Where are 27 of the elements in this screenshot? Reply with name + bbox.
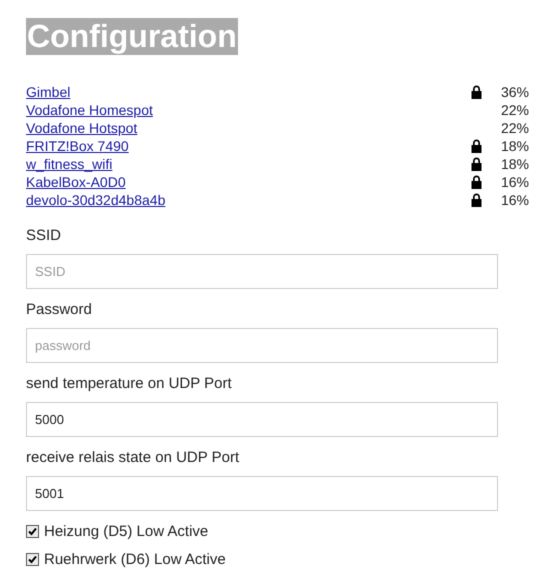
signal-strength: 16%: [500, 192, 529, 208]
page-title: Configuration: [26, 18, 238, 55]
checkbox[interactable]: [26, 524, 39, 538]
input-field[interactable]: 5001: [26, 476, 498, 511]
signal-strength: 22%: [500, 120, 529, 136]
input-field[interactable]: password: [26, 328, 498, 363]
network-link[interactable]: KabelBox-A0D0: [26, 174, 469, 190]
network-link[interactable]: devolo-30d32d4b8a4b: [26, 192, 469, 208]
signal-strength: 18%: [500, 156, 529, 172]
field-label: send temperature on UDP Port: [26, 375, 233, 393]
signal-strength: 16%: [500, 174, 529, 190]
signal-strength: 22%: [500, 102, 529, 118]
signal-strength: 36%: [500, 84, 529, 100]
network-link[interactable]: FRITZ!Box 7490: [26, 138, 469, 154]
checkbox[interactable]: [26, 552, 39, 566]
network-link[interactable]: w_fitness_wifi: [26, 156, 469, 172]
network-link[interactable]: Gimbel: [26, 84, 469, 100]
field-label: Password: [26, 301, 93, 319]
checkbox-label: Heizung (D5) Low Active: [44, 522, 208, 540]
checkbox-label: Ruehrwerk (D6) Low Active: [44, 550, 226, 568]
network-link[interactable]: Vodafone Homespot: [26, 102, 469, 118]
field-label: SSID: [26, 227, 62, 245]
input-field[interactable]: SSID: [26, 254, 498, 289]
network-link[interactable]: Vodafone Hotspot: [26, 120, 469, 136]
signal-strength: 18%: [500, 138, 529, 154]
field-label: receive relais state on UDP Port: [26, 449, 240, 467]
input-field[interactable]: 5000: [26, 402, 498, 437]
